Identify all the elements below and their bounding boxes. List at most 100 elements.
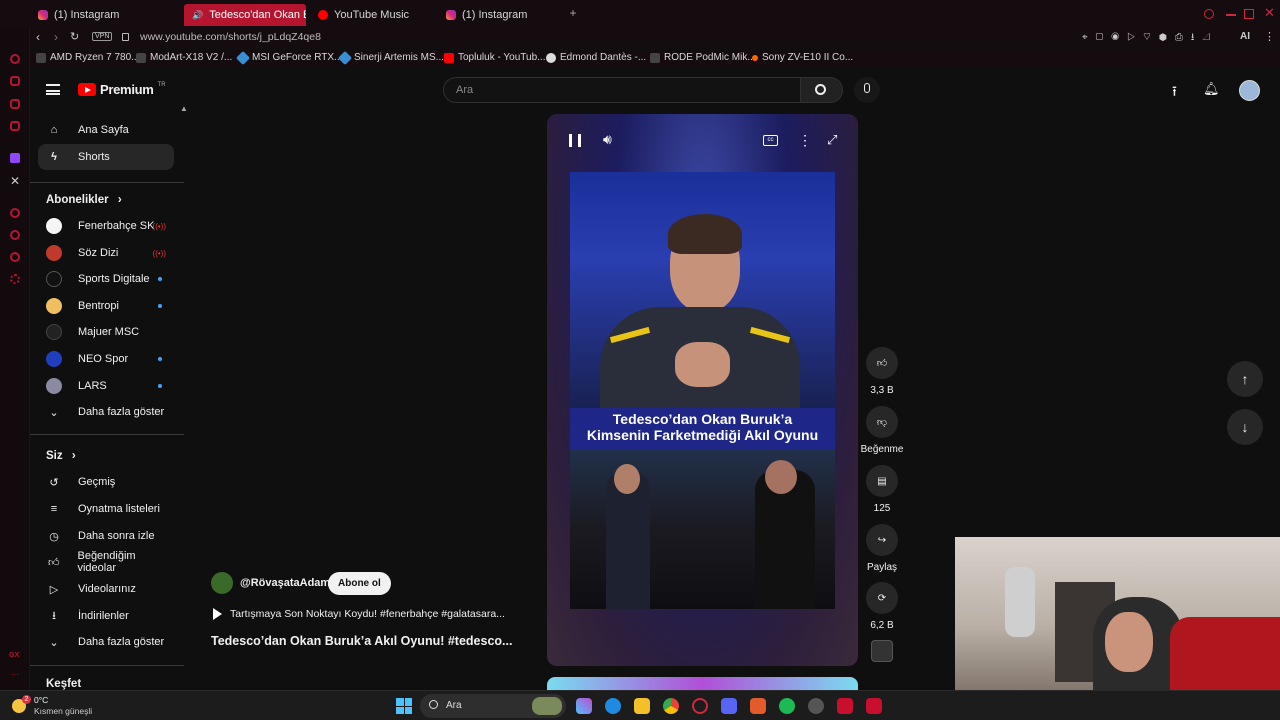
vpn-badge[interactable]: VPN xyxy=(92,32,113,41)
chrome-icon[interactable] xyxy=(663,698,679,714)
start-button[interactable] xyxy=(396,698,412,714)
sidebar-item-channel[interactable]: Majuer MSC xyxy=(38,319,174,345)
short-title[interactable]: Tedesco’dan Okan Buruk’a Akıl Oyunu! #te… xyxy=(211,634,512,648)
app-icon[interactable] xyxy=(750,698,766,714)
forward-icon[interactable]: › xyxy=(54,30,58,44)
pause-icon[interactable] xyxy=(569,134,581,147)
share-button[interactable]: ↪ Paylaş xyxy=(852,524,912,573)
steam-icon[interactable] xyxy=(808,698,824,714)
comments-button[interactable]: ▤ 125 xyxy=(852,465,912,514)
sidebar-aria-icon[interactable] xyxy=(10,54,20,64)
bookmark-item[interactable]: RODE PodMic Mik... xyxy=(650,52,756,63)
discord-icon[interactable] xyxy=(721,698,737,714)
account-avatar[interactable] xyxy=(1239,80,1260,101)
tab-instagram-2[interactable]: (1) Instagram xyxy=(438,4,563,26)
sidebar-item-downloads[interactable]: ⭳ İndirilenler xyxy=(38,603,174,629)
bookmark-item[interactable]: ModArt-X18 V2 /... xyxy=(136,52,232,63)
live-icon: ((•)) xyxy=(152,248,166,258)
next-short-button[interactable]: ↓ xyxy=(1227,409,1263,445)
sidebar-extensions-icon[interactable] xyxy=(10,252,20,262)
sidebar-instagram-icon[interactable] xyxy=(10,121,20,131)
fullscreen-icon[interactable]: ⤢ xyxy=(827,132,837,148)
app-icon[interactable] xyxy=(866,698,882,714)
sidebar-item-channel[interactable]: LARS xyxy=(38,373,174,399)
bookmark-item[interactable]: AMD Ryzen 7 780... xyxy=(36,52,139,63)
spotify-icon[interactable] xyxy=(779,698,795,714)
edge-icon[interactable] xyxy=(605,698,621,714)
tab-youtube-music[interactable]: YouTube Music xyxy=(310,4,440,26)
volume-icon[interactable]: 🔊︎ xyxy=(603,131,612,148)
youtube-logo[interactable]: Premium TR xyxy=(78,82,166,97)
sidebar-item-history[interactable]: ↺ Geçmiş xyxy=(38,469,174,495)
search-input[interactable]: Ara xyxy=(443,77,801,103)
minimize-button[interactable] xyxy=(1226,14,1236,16)
tab-youtube-active[interactable]: 🔊 Tedesco'dan Okan Bu xyxy=(184,4,306,26)
ai-button[interactable]: AI xyxy=(1240,31,1250,42)
notifications-bell-icon[interactable]: 🔔︎ xyxy=(1203,81,1220,97)
like-button[interactable]: 👍︎ 3,3 B xyxy=(852,347,912,396)
bookmark-item[interactable]: MSI GeForce RTX... xyxy=(235,50,342,65)
you-section-title[interactable]: Siz › xyxy=(46,450,76,462)
sidebar-messenger-icon[interactable] xyxy=(10,99,20,109)
next-short-preview[interactable] xyxy=(547,677,858,690)
show-more-you-button[interactable]: ⌄ Daha fazla göster xyxy=(38,629,174,655)
sidebar-item-playlists[interactable]: ≡ Oynatma listeleri xyxy=(38,496,174,522)
bookmark-label: Edmond Dantès -... xyxy=(560,52,647,63)
sidebar-item-channel[interactable]: Fenerbahçe SK ((•)) xyxy=(38,213,174,239)
short-player[interactable]: Tedesco’dan Okan Buruk’a Kimsenin Farket… xyxy=(547,114,858,666)
sidebar-history-icon[interactable] xyxy=(10,230,20,240)
remix-button[interactable]: ⟳ 6,2 B xyxy=(852,582,912,631)
search-tabs-icon[interactable] xyxy=(1204,9,1214,19)
new-tab-button[interactable]: + xyxy=(567,7,579,19)
bookmark-item[interactable]: Edmond Dantès -... xyxy=(546,52,646,63)
sidebar-item-channel[interactable]: NEO Spor xyxy=(38,346,174,372)
previous-short-button[interactable]: ↑ xyxy=(1227,361,1263,397)
sidebar-item-channel[interactable]: Bentropi xyxy=(38,293,174,319)
subscriptions-title[interactable]: Abonelikler › xyxy=(46,194,122,206)
hamburger-icon[interactable] xyxy=(46,84,60,95)
upload-icon[interactable]: ⭱ xyxy=(1172,81,1177,105)
more-icon[interactable]: ··· xyxy=(11,670,19,679)
sidebar-item-shorts[interactable]: ϟ Shorts xyxy=(38,144,174,170)
back-icon[interactable]: ‹ xyxy=(36,30,40,44)
bookmark-item[interactable]: Sony ZV-E10 II Co... xyxy=(752,52,853,63)
gx-icon[interactable]: GX xyxy=(9,652,19,659)
channel-name[interactable]: @RövaşataAdam xyxy=(240,577,330,589)
file-explorer-icon[interactable] xyxy=(634,698,650,714)
mic-button[interactable] xyxy=(854,77,880,103)
sidebar-settings-icon[interactable] xyxy=(10,274,20,284)
subscribe-button[interactable]: Abone ol xyxy=(328,572,391,595)
weather-widget[interactable]: 2 0°C Kısmen güneşli xyxy=(10,693,130,719)
maximize-button[interactable] xyxy=(1244,9,1254,19)
opera-gx-icon[interactable] xyxy=(692,698,708,714)
sidebar-item-home[interactable]: ⌂ Ana Sayfa xyxy=(38,117,174,143)
more-options-icon[interactable]: ⋮ xyxy=(798,132,812,149)
sidebar-item-channel[interactable]: Sports Digitale xyxy=(38,266,174,292)
close-button[interactable]: ✕ xyxy=(1264,5,1275,21)
bookmark-item[interactable]: Sinerji Artemis MS... xyxy=(337,50,444,65)
channel-avatar[interactable] xyxy=(211,572,233,594)
menu-icon[interactable]: ⋮ xyxy=(1264,30,1275,43)
sidebar-app-icon[interactable] xyxy=(10,76,20,86)
sound-thumbnail[interactable] xyxy=(871,640,893,662)
show-more-subs-button[interactable]: ⌄ Daha fazla göster xyxy=(38,399,174,425)
scroll-up-arrow[interactable]: ▲ xyxy=(180,104,188,113)
tab-instagram[interactable]: (1) Instagram xyxy=(30,4,180,26)
url-field[interactable]: www.youtube.com/shorts/j_pLdqZ4qe8 xyxy=(140,31,321,43)
sidebar-player-icon[interactable] xyxy=(10,208,20,218)
captions-icon[interactable]: cc xyxy=(763,135,778,146)
search-button[interactable] xyxy=(801,77,843,103)
description-row[interactable]: Tartışmaya Son Noktayı Koydu! #fenerbahç… xyxy=(213,608,505,620)
sidebar-item-watch-later[interactable]: ◷ Daha sonra izle xyxy=(38,523,174,549)
sidebar-twitch-icon[interactable] xyxy=(10,153,20,163)
app-icon[interactable] xyxy=(837,698,853,714)
copilot-icon[interactable] xyxy=(576,698,592,714)
taskbar-search[interactable]: Ara xyxy=(420,694,566,718)
bookmark-item[interactable]: Topluluk - YouTub... xyxy=(444,52,545,63)
reload-icon[interactable]: ↻ xyxy=(70,30,79,43)
dislike-button[interactable]: 👎︎ Beğenme xyxy=(852,406,912,455)
sidebar-item-your-videos[interactable]: ▷ Videolarınız xyxy=(38,576,174,602)
sidebar-x-icon[interactable]: ✕ xyxy=(10,174,20,188)
sidebar-item-liked[interactable]: 👍︎ Beğendiğim videolar xyxy=(38,549,174,575)
sidebar-item-channel[interactable]: Söz Dizi ((•)) xyxy=(38,240,174,266)
